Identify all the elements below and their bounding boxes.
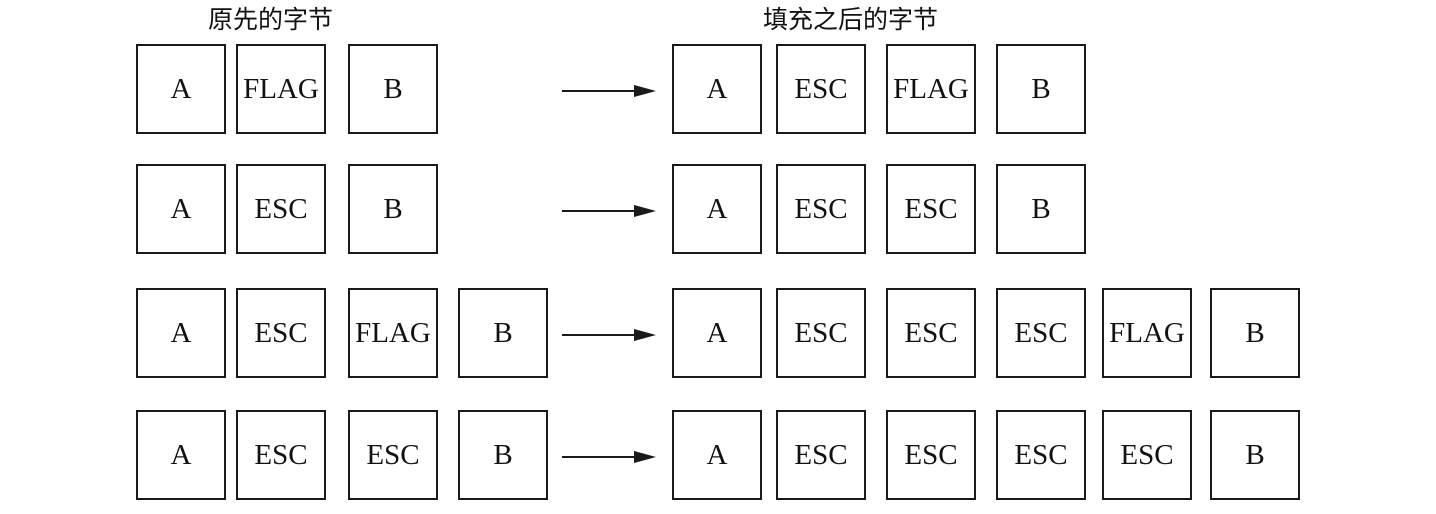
right-arrow-icon xyxy=(562,329,656,341)
original-byte-box: B xyxy=(458,288,548,378)
original-byte-box: ESC xyxy=(236,288,326,378)
original-byte-box: A xyxy=(136,164,226,254)
transform-arrow xyxy=(562,204,656,218)
original-byte-box: B xyxy=(458,410,548,500)
stuffing-example-row-1: A FLAG B A ESC FLAG B xyxy=(0,44,1436,138)
stuffed-byte-box: A xyxy=(672,44,762,134)
stuffed-byte-box: ESC xyxy=(776,288,866,378)
stuffed-byte-box: ESC xyxy=(886,410,976,500)
original-byte-box: A xyxy=(136,288,226,378)
stuffed-byte-box: B xyxy=(1210,288,1300,378)
stuffing-example-row-3: A ESC FLAG B A ESC ESC ESC FLAG B xyxy=(0,288,1436,382)
stuffed-byte-box: B xyxy=(1210,410,1300,500)
right-arrow-icon xyxy=(562,85,656,97)
stuffed-byte-box: ESC xyxy=(776,44,866,134)
original-byte-box: FLAG xyxy=(236,44,326,134)
stuffed-byte-box: ESC xyxy=(996,288,1086,378)
stuffed-byte-box: ESC xyxy=(886,164,976,254)
original-byte-box: B xyxy=(348,164,438,254)
right-arrow-icon xyxy=(562,205,656,217)
transform-arrow xyxy=(562,328,656,342)
stuffed-byte-box: B xyxy=(996,164,1086,254)
stuffing-example-row-4: A ESC ESC B A ESC ESC ESC ESC B xyxy=(0,410,1436,504)
original-bytes-heading: 原先的字节 xyxy=(208,5,334,34)
original-byte-box: B xyxy=(348,44,438,134)
original-byte-box: ESC xyxy=(236,410,326,500)
original-byte-box: ESC xyxy=(348,410,438,500)
stuffed-byte-box: ESC xyxy=(776,164,866,254)
original-byte-box: A xyxy=(136,410,226,500)
stuffed-byte-box: FLAG xyxy=(1102,288,1192,378)
original-byte-box: ESC xyxy=(236,164,326,254)
stuffed-byte-box: ESC xyxy=(996,410,1086,500)
original-byte-box: A xyxy=(136,44,226,134)
transform-arrow xyxy=(562,84,656,98)
right-arrow-icon xyxy=(562,451,656,463)
stuffed-byte-box: ESC xyxy=(1102,410,1192,500)
stuffed-byte-box: FLAG xyxy=(886,44,976,134)
stuffed-bytes-heading: 填充之后的字节 xyxy=(763,5,939,34)
stuffed-byte-box: A xyxy=(672,410,762,500)
stuffed-byte-box: A xyxy=(672,164,762,254)
stuffed-byte-box: A xyxy=(672,288,762,378)
original-byte-box: FLAG xyxy=(348,288,438,378)
stuffed-byte-box: B xyxy=(996,44,1086,134)
transform-arrow xyxy=(562,450,656,464)
stuffed-byte-box: ESC xyxy=(886,288,976,378)
stuffed-byte-box: ESC xyxy=(776,410,866,500)
stuffing-example-row-2: A ESC B A ESC ESC B xyxy=(0,164,1436,258)
